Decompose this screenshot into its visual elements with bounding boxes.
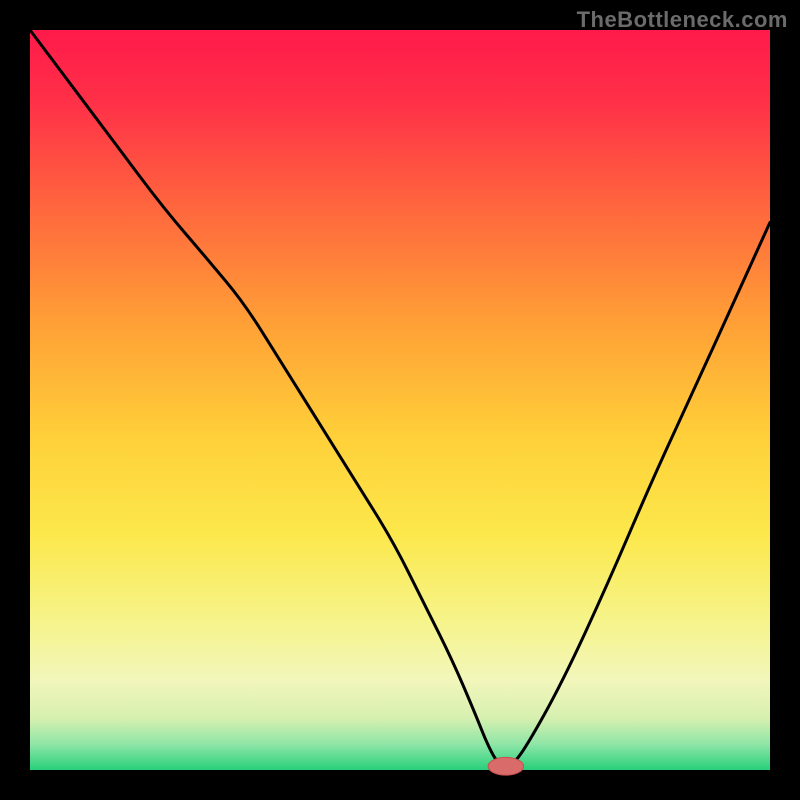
watermark-text: TheBottleneck.com: [577, 7, 788, 33]
bottleneck-chart: [0, 0, 800, 800]
chart-frame: TheBottleneck.com: [0, 0, 800, 800]
optimal-marker: [488, 757, 524, 775]
plot-background: [30, 30, 770, 770]
